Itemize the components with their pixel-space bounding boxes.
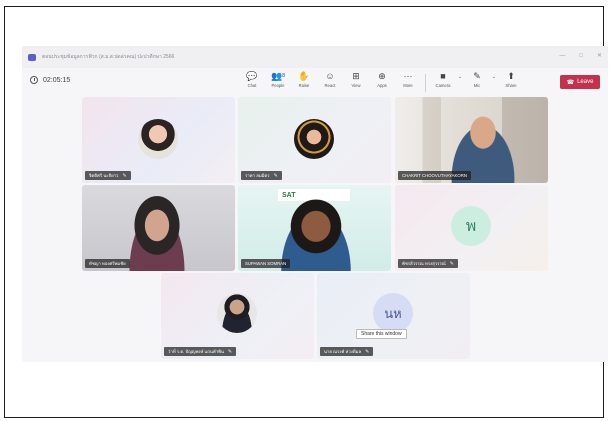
- maximize-icon[interactable]: □: [579, 52, 583, 60]
- participant-name: SUPAWAN SOMRAN: [245, 261, 287, 266]
- participant-photo: [294, 119, 334, 159]
- camera-options-chevron-icon[interactable]: ⌄: [456, 74, 464, 95]
- meeting-toolbar: 02:05:15 💬 Chat 👥8 People ✋ Raise ☺ Reac…: [22, 68, 608, 96]
- participant-name: นาย ณรงค์ ห่วงดีมล: [324, 349, 362, 354]
- participant-nameplate: SUPAWAN SOMRAN: [241, 259, 291, 268]
- close-icon[interactable]: ✕: [597, 52, 602, 60]
- react-icon: ☺: [325, 71, 335, 81]
- react-button[interactable]: ☺ React: [317, 70, 343, 95]
- view-button[interactable]: ⊞ View: [343, 70, 369, 95]
- phone-hangup-icon: ☎: [566, 79, 575, 86]
- camera-button[interactable]: ■ Camera: [430, 70, 456, 95]
- chat-icon: 💬: [246, 71, 258, 81]
- initials-text: พ: [465, 215, 477, 235]
- mic-muted-icon: ✎: [449, 260, 454, 267]
- more-icon: ···: [403, 71, 413, 81]
- people-button[interactable]: 👥8 People: [265, 70, 291, 95]
- toolbar-buttons: 💬 Chat 👥8 People ✋ Raise ☺ React ⊞ View: [239, 70, 524, 95]
- participant-tile-3[interactable]: CHAKRIT CHOOVUTHAYAKORN: [395, 97, 548, 183]
- apps-label: Apps: [377, 83, 387, 88]
- participant-video-figure: [122, 195, 192, 271]
- teams-meeting-window: ตอนประชุมข้อมูลการฟัวก (ส.ม.ส.ปดล่วคณ) ป…: [22, 46, 608, 362]
- banner-text: SAT: [282, 191, 296, 199]
- participant-nameplate: ว่าที่ ร.ต. ปัญญพงษ์ แถนคำพิน ✎: [164, 347, 237, 356]
- participant-tile-7[interactable]: ว่าที่ ร.ต. ปัญญพงษ์ แถนคำพิน ✎: [161, 273, 314, 359]
- video-gallery: จิตติศรี นะจิยาว ✎ ราคา สมมิตร ✎ CHAKRIT…: [22, 96, 608, 362]
- mic-muted-icon: ✎: [227, 348, 233, 355]
- participant-nameplate: นาย ณรงค์ ห่วงดีมล ✎: [320, 347, 374, 356]
- share-button[interactable]: ⬆ Share: [498, 70, 524, 95]
- participant-nameplate: CHAKRIT CHOOVUTHAYAKORN: [398, 171, 471, 180]
- participant-nameplate: ราคา สมมิตร ✎: [241, 171, 282, 180]
- people-icon-wrap: 👥8: [271, 70, 285, 83]
- share-label: Share: [505, 83, 517, 88]
- title-bar: ตอนประชุมข้อมูลการฟัวก (ส.ม.ส.ปดล่วคณ) ป…: [22, 46, 608, 68]
- people-label: People: [271, 83, 285, 88]
- participant-nameplate: พัชรลีวรรณ ทรงสุวรรณ์ ✎: [398, 259, 458, 268]
- toolbar-divider: [425, 74, 426, 92]
- people-count-badge: 8: [282, 73, 285, 79]
- initials-text: นห: [384, 306, 402, 322]
- participant-name: จิตติศรี นะจิยาว: [89, 173, 119, 178]
- more-button[interactable]: ··· More: [395, 70, 421, 95]
- share-icon: ⬆: [507, 71, 515, 81]
- participant-nameplate: ทัชญา ทองศรีพมชัย: [85, 259, 130, 268]
- apps-icon: ⊕: [378, 71, 386, 81]
- share-window-tooltip: Share this window: [356, 329, 407, 339]
- participant-name: CHAKRIT CHOOVUTHAYAKORN: [402, 173, 467, 178]
- participant-initials-avatar: พ: [451, 206, 491, 246]
- mic-muted-icon: ✎: [365, 348, 370, 355]
- react-label: React: [324, 83, 336, 88]
- minimize-icon[interactable]: —: [559, 52, 565, 60]
- leave-label: Leave: [577, 79, 594, 85]
- more-label: More: [403, 83, 413, 88]
- view-icon: ⊞: [352, 71, 360, 81]
- camera-label: Camera: [435, 83, 451, 88]
- raise-hand-icon: ✋: [298, 71, 310, 81]
- window-title: ตอนประชุมข้อมูลการฟัวก (ส.ม.ส.ปดล่วคณ) ป…: [42, 54, 175, 60]
- shield-icon: [30, 76, 38, 84]
- participant-tile-8[interactable]: นห นาย ณรงค์ ห่วงดีมล ✎: [317, 273, 470, 359]
- mic-muted-icon: ✎: [273, 172, 278, 179]
- participant-tile-6[interactable]: พ พัชรลีวรรณ ทรงสุวรรณ์ ✎: [395, 185, 548, 271]
- raise-hand-button[interactable]: ✋ Raise: [291, 70, 317, 95]
- mic-label: Mic: [473, 83, 481, 88]
- participant-photo: [138, 119, 178, 159]
- leave-button[interactable]: ☎ Leave: [560, 75, 600, 89]
- participant-name: ว่าที่ ร.ต. ปัญญพงษ์ แถนคำพิน: [168, 349, 224, 354]
- camera-off-icon: ■: [440, 71, 446, 81]
- participant-nameplate: จิตติศรี นะจิยาว ✎: [85, 171, 131, 180]
- view-label: View: [351, 83, 361, 88]
- chat-label: Chat: [247, 83, 257, 88]
- participant-name: พัชรลีวรรณ ทรงสุวรรณ์: [402, 261, 446, 266]
- participant-initials-avatar: นห: [373, 293, 413, 333]
- tooltip-text: Share this window: [361, 331, 402, 337]
- mic-muted-icon: ✎: [122, 172, 127, 179]
- participant-name: ราคา สมมิตร: [245, 173, 270, 178]
- apps-button[interactable]: ⊕ Apps: [369, 70, 395, 95]
- chat-button[interactable]: 💬 Chat: [239, 70, 265, 95]
- meeting-timer: 02:05:15: [30, 76, 70, 84]
- teams-app-icon: [28, 53, 36, 61]
- participant-photo: [217, 293, 257, 333]
- mic-off-icon: ✎: [473, 71, 481, 81]
- mic-button[interactable]: ✎ Mic: [464, 70, 490, 95]
- participant-tile-4[interactable]: ทัชญา ทองศรีพมชัย: [82, 185, 235, 271]
- window-controls: — □ ✕: [559, 52, 602, 60]
- raise-label: Raise: [298, 83, 310, 88]
- participant-tile-2[interactable]: ราคา สมมิตร ✎: [238, 97, 391, 183]
- participant-name: ทัชญา ทองศรีพมชัย: [89, 261, 126, 266]
- timer-text: 02:05:15: [43, 76, 71, 84]
- participant-tile-1[interactable]: จิตติศรี นะจิยาว ✎: [82, 97, 235, 183]
- mic-options-chevron-icon[interactable]: ⌄: [490, 74, 498, 95]
- people-icon: 👥: [271, 71, 283, 81]
- participant-tile-5[interactable]: SAT SUPAWAN SOMRAN: [238, 185, 391, 271]
